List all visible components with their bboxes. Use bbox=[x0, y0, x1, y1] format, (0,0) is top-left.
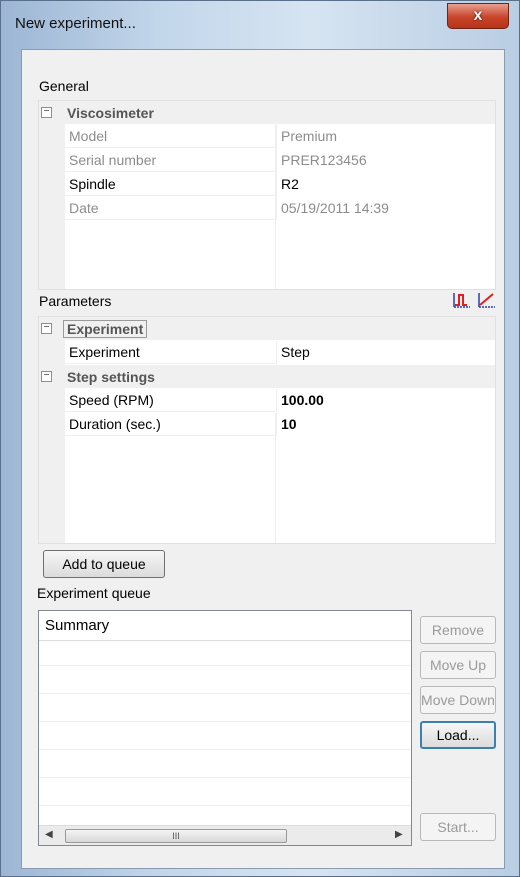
property-name: Duration (sec.) bbox=[65, 413, 275, 436]
category-label: Experiment bbox=[63, 319, 148, 338]
general-section-label: General bbox=[39, 78, 89, 94]
dialog-client-area: General − Viscosimeter Model Premium Ser… bbox=[21, 49, 505, 869]
property-value[interactable]: Step bbox=[276, 341, 310, 364]
queue-row-divider bbox=[39, 721, 411, 722]
scrollbar-thumb[interactable]: III bbox=[65, 829, 287, 843]
scroll-left-icon[interactable]: ◀ bbox=[45, 829, 53, 840]
property-row-duration[interactable]: Duration (sec.) 10 bbox=[39, 413, 495, 436]
property-value[interactable]: 10 bbox=[276, 413, 297, 436]
close-button[interactable]: x bbox=[447, 3, 509, 29]
queue-row-divider bbox=[39, 665, 411, 666]
property-row-speed[interactable]: Speed (RPM) 100.00 bbox=[39, 389, 495, 412]
property-name: Model bbox=[65, 125, 275, 148]
property-row-model[interactable]: Model Premium bbox=[39, 125, 495, 148]
property-name: Date bbox=[65, 197, 275, 220]
step-chart-icon[interactable] bbox=[452, 290, 472, 310]
add-to-queue-button[interactable]: Add to queue bbox=[43, 550, 165, 578]
scroll-grip-icon: III bbox=[172, 831, 180, 841]
property-row-experiment[interactable]: Experiment Step bbox=[39, 341, 495, 364]
ramp-chart-icon[interactable] bbox=[477, 290, 497, 310]
collapse-icon[interactable]: − bbox=[41, 323, 52, 334]
scroll-right-icon[interactable]: ▶ bbox=[395, 829, 403, 840]
load-button[interactable]: Load... bbox=[420, 721, 496, 749]
parameters-section-label: Parameters bbox=[39, 293, 112, 309]
property-name: Speed (RPM) bbox=[65, 389, 275, 412]
remove-button[interactable]: Remove bbox=[420, 616, 496, 644]
queue-row-divider bbox=[39, 777, 411, 778]
window-title: New experiment... bbox=[15, 15, 136, 32]
general-property-grid[interactable]: − Viscosimeter Model Premium Serial numb… bbox=[38, 100, 496, 290]
experiment-queue-list[interactable]: Summary ◀ III ▶ bbox=[38, 610, 412, 846]
property-value[interactable]: R2 bbox=[276, 173, 299, 196]
queue-row-divider bbox=[39, 749, 411, 750]
property-name: Serial number bbox=[65, 149, 275, 172]
start-button[interactable]: Start... bbox=[420, 813, 496, 841]
move-up-button[interactable]: Move Up bbox=[420, 651, 496, 679]
close-icon: x bbox=[473, 7, 483, 24]
property-value: 05/19/2011 14:39 bbox=[276, 197, 389, 220]
property-name: Spindle bbox=[65, 173, 275, 196]
category-row-experiment[interactable]: − Experiment bbox=[39, 317, 495, 340]
horizontal-scrollbar[interactable]: ◀ III ▶ bbox=[39, 825, 411, 845]
category-label: Step settings bbox=[67, 368, 155, 385]
parameters-property-grid[interactable]: − Experiment Experiment Step − Step sett… bbox=[38, 316, 496, 544]
category-row-step-settings[interactable]: − Step settings bbox=[39, 365, 495, 388]
collapse-icon[interactable]: − bbox=[41, 107, 52, 118]
property-row-spindle[interactable]: Spindle R2 bbox=[39, 173, 495, 196]
category-label: Viscosimeter bbox=[67, 104, 154, 121]
summary-column-header[interactable]: Summary bbox=[39, 611, 411, 641]
category-row-viscosimeter[interactable]: − Viscosimeter bbox=[39, 101, 495, 124]
collapse-icon[interactable]: − bbox=[41, 371, 52, 382]
experiment-queue-label: Experiment queue bbox=[37, 585, 151, 601]
property-name: Experiment bbox=[65, 341, 275, 364]
queue-row-divider bbox=[39, 693, 411, 694]
move-down-button[interactable]: Move Down bbox=[420, 686, 496, 714]
queue-row-divider bbox=[39, 805, 411, 806]
property-value: Premium bbox=[276, 125, 337, 148]
new-experiment-window: New experiment... x General − Viscosimet… bbox=[0, 0, 520, 877]
title-bar[interactable]: New experiment... x bbox=[1, 1, 519, 49]
property-value[interactable]: 100.00 bbox=[276, 389, 324, 412]
property-row-serial-number[interactable]: Serial number PRER123456 bbox=[39, 149, 495, 172]
property-row-date[interactable]: Date 05/19/2011 14:39 bbox=[39, 197, 495, 220]
property-value: PRER123456 bbox=[276, 149, 367, 172]
